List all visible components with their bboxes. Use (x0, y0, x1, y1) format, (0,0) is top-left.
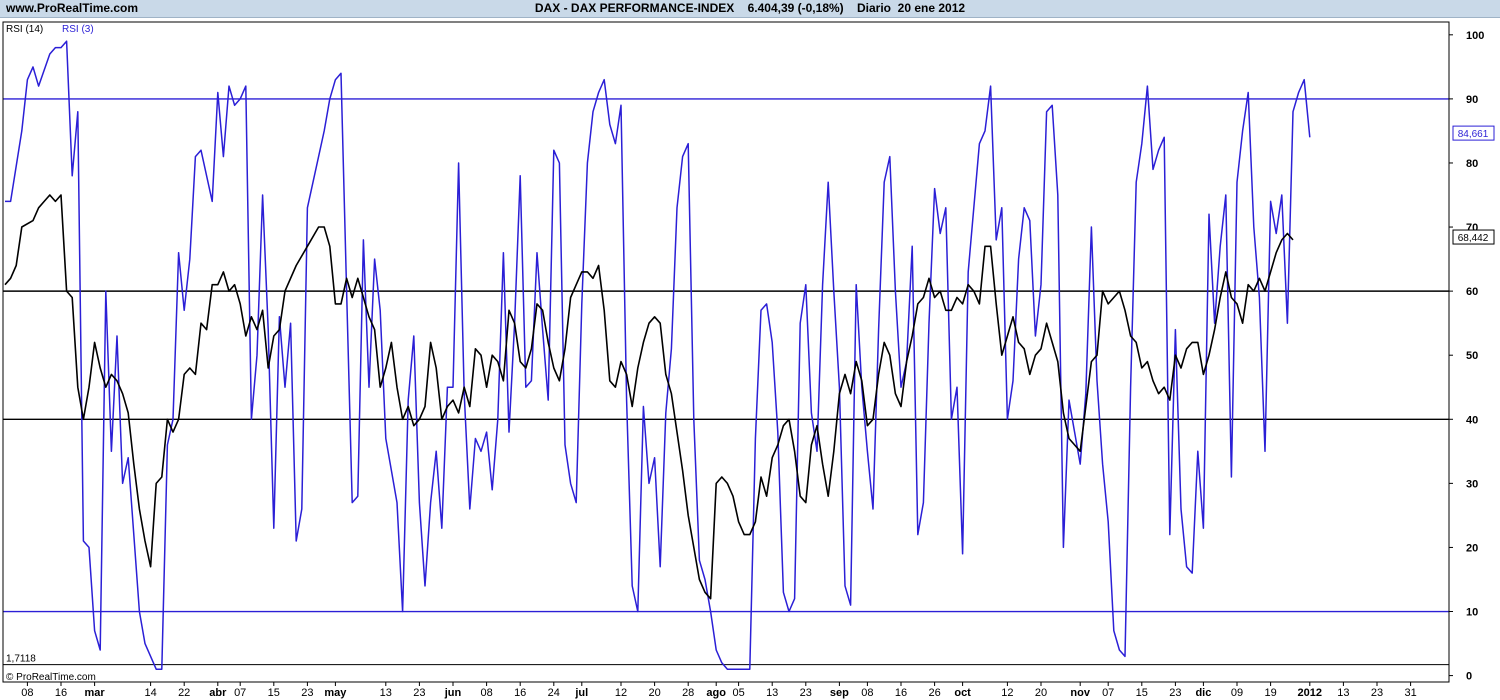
x-tick-label: 13 (766, 687, 778, 699)
x-tick-label: sep (830, 687, 849, 699)
rsi-chart: 1,7118 0102030405060708090100 08 16 mar 14 2… (2, 21, 1495, 699)
x-tick-label: jun (444, 687, 462, 699)
x-tick-label: 14 (144, 687, 156, 699)
x-tick-label: 13 (1337, 687, 1349, 699)
y-tick-label: 0 (1466, 671, 1472, 683)
x-tick-label: 07 (1102, 687, 1114, 699)
x-tick-label: 08 (861, 687, 873, 699)
x-tick-label: 12 (1001, 687, 1013, 699)
last-value-label: 68,442 (1458, 233, 1489, 244)
min-value-label: 1,7118 (6, 654, 36, 665)
y-tick-label: 30 (1466, 478, 1478, 490)
x-tick-label: 08 (21, 687, 33, 699)
x-tick-label: 16 (514, 687, 526, 699)
series-rsi-3- (5, 40, 1311, 670)
x-tick-label: oct (954, 687, 971, 699)
x-tick-label: 15 (1136, 687, 1148, 699)
x-tick-label: 07 (234, 687, 246, 699)
x-tick-label: 20 (648, 687, 660, 699)
x-tick-label: nov (1070, 687, 1090, 699)
y-tick-label: 10 (1466, 607, 1478, 619)
x-tick-label: 2012 (1298, 687, 1322, 699)
x-tick-label: 23 (1169, 687, 1181, 699)
watermark: © ProRealTime.com (6, 672, 96, 683)
x-tick-label: mar (85, 687, 106, 699)
x-tick-label: 15 (268, 687, 280, 699)
instrument-title: DAX - DAX PERFORMANCE-INDEX 6.404,39 (-0… (534, 1, 966, 15)
last-value-label: 84,661 (1458, 129, 1489, 140)
x-tick-label: 23 (301, 687, 313, 699)
x-tick-label: 23 (1371, 687, 1383, 699)
legend-item: RSI (3) (62, 24, 94, 35)
y-tick-label: 60 (1466, 286, 1478, 298)
x-tick-label: 22 (178, 687, 190, 699)
x-tick-label: 19 (1264, 687, 1276, 699)
x-tick-label: 31 (1404, 687, 1416, 699)
x-tick-label: 12 (615, 687, 627, 699)
x-tick-label: 28 (682, 687, 694, 699)
y-tick-label: 100 (1466, 30, 1484, 42)
x-tick-label: 16 (895, 687, 907, 699)
y-tick-label: 20 (1466, 542, 1478, 554)
y-tick-label: 80 (1466, 158, 1478, 170)
x-tick-label: abr (209, 687, 227, 699)
x-tick-label: 09 (1231, 687, 1243, 699)
x-tick-label: jul (574, 687, 588, 699)
x-tick-label: ago (706, 687, 726, 699)
x-tick-label: 24 (548, 687, 560, 699)
x-tick-label: 13 (380, 687, 392, 699)
x-tick-label: 05 (732, 687, 744, 699)
x-tick-label: dic (1195, 687, 1211, 699)
x-tick-label: 23 (413, 687, 425, 699)
x-tick-label: 26 (928, 687, 940, 699)
y-tick-label: 40 (1466, 414, 1478, 426)
x-tick-label: may (324, 687, 347, 699)
y-tick-label: 50 (1466, 350, 1478, 362)
x-tick-label: 23 (800, 687, 812, 699)
x-tick-label: 08 (480, 687, 492, 699)
x-tick-label: 16 (55, 687, 67, 699)
chart-header: www.ProRealTime.com DAX - DAX PERFORMANC… (0, 0, 1500, 18)
y-tick-label: 90 (1466, 94, 1478, 106)
legend-item: RSI (14) (6, 24, 43, 35)
series-rsi-14- (4, 194, 1294, 600)
x-tick-label: 20 (1035, 687, 1047, 699)
